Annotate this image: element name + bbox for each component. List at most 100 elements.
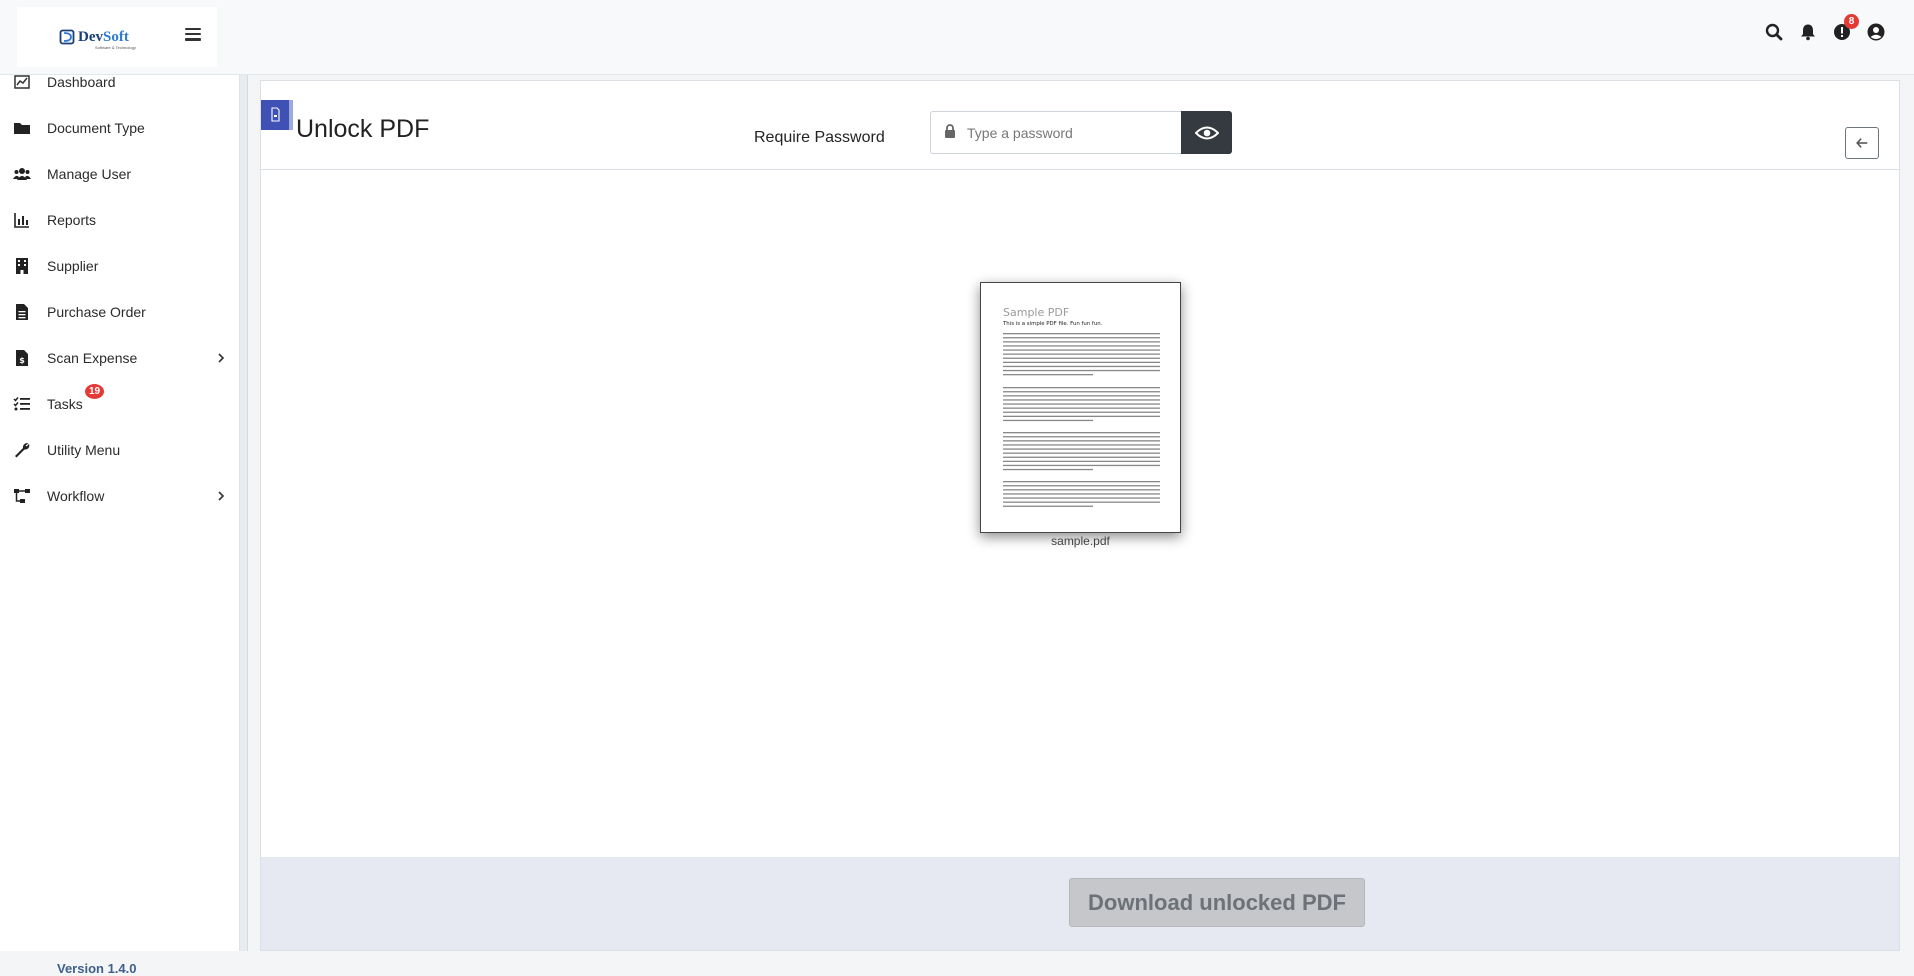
preview-text-line [1003, 391, 1160, 393]
preview-heading: Sample PDF [1003, 306, 1069, 319]
download-unlocked-pdf-button[interactable]: Download unlocked PDF [1069, 878, 1365, 927]
sidebar-item-label: Tasks [47, 396, 83, 412]
sidebar-item-label: Purchase Order [47, 304, 146, 320]
sidebar-item-manage-user[interactable]: Manage User [0, 154, 236, 194]
hamburger-menu-icon[interactable] [183, 25, 203, 45]
preview-text-line [1003, 489, 1160, 491]
sidebar-item-label: Supplier [47, 258, 99, 274]
lock-icon [945, 124, 955, 138]
users-icon [13, 168, 31, 180]
sidebar-item-scan-expense[interactable]: $ Scan Expense [0, 338, 236, 378]
logo-text-dev: Dev [78, 29, 103, 45]
pdf-thumbnail[interactable]: Sample PDF This is a simple PDF file. Fu… [980, 282, 1181, 533]
page-title: Unlock PDF [296, 115, 430, 143]
preview-text-line [1003, 361, 1160, 363]
unlock-pdf-card: Unlock PDF Require Password Sample PDF T… [260, 80, 1900, 951]
card-header: Unlock PDF Require Password [261, 81, 1899, 170]
chevron-right-icon [218, 353, 225, 363]
tasks-badge: 19 [85, 384, 104, 399]
preview-text-line [1003, 468, 1093, 471]
sidebar-item-label: Scan Expense [47, 350, 138, 366]
logo-tagline: Software & Technology [95, 45, 136, 50]
sidebar-item-document-type[interactable]: Document Type [0, 108, 236, 148]
user-account-icon[interactable] [1866, 22, 1886, 42]
preview-text-line [1003, 349, 1160, 351]
preview-text-line [1003, 452, 1160, 454]
preview-text-line [1003, 415, 1160, 417]
password-input[interactable] [967, 113, 1177, 152]
sidebar-resize-handle[interactable] [240, 75, 248, 951]
top-header: DevSoft Software & Technology 8 [0, 0, 1914, 75]
preview-text-line [1003, 341, 1160, 343]
preview-text-line [1003, 374, 1093, 376]
preview-text-line [1003, 419, 1093, 422]
svg-text:$: $ [19, 356, 25, 365]
preview-text-line [1003, 460, 1160, 462]
preview-text-line [1003, 505, 1093, 507]
sidebar-item-workflow[interactable]: Workflow [0, 476, 236, 516]
header-actions: 8 [1764, 14, 1886, 42]
devsoft-logo: DevSoft Software & Technology [59, 29, 136, 50]
preview-subheading: This is a simple PDF file. Fun fun fun. [1002, 321, 1103, 327]
folder-icon [14, 123, 30, 134]
preview-text-line [1003, 440, 1160, 442]
preview-text-line [1003, 333, 1160, 335]
preview-text-line [1003, 501, 1160, 503]
action-footer: Download unlocked PDF [261, 857, 1899, 950]
eye-icon [1194, 126, 1219, 139]
arrow-left-icon [1856, 138, 1868, 148]
sidebar-item-tasks[interactable]: Tasks 19 [0, 384, 236, 424]
preview-text-line [1003, 369, 1160, 372]
preview-text-line [1003, 444, 1160, 446]
preview-text-line [1003, 345, 1160, 347]
preview-text-line [1003, 365, 1160, 368]
sidebar-item-label: Workflow [47, 488, 105, 504]
notifications-badge: 8 [1844, 14, 1859, 29]
preview-text-line [1003, 353, 1160, 355]
version-label: Version 1.4.0 [57, 961, 137, 976]
tasks-icon [13, 397, 30, 411]
back-button[interactable] [1845, 127, 1879, 159]
sidebar-item-purchase-order[interactable]: Purchase Order [0, 292, 236, 332]
chart-icon [14, 213, 29, 228]
logo-text-soft: Soft [103, 29, 129, 45]
preview-text-line [1003, 464, 1160, 467]
search-icon[interactable] [1764, 22, 1784, 42]
pdf-document-icon [261, 100, 293, 130]
preview-text-line [1003, 411, 1160, 413]
dashboard-icon [14, 75, 30, 89]
sidebar-item-reports[interactable]: Reports [0, 200, 236, 240]
sidebar-item-label: Manage User [47, 166, 132, 182]
sidebar-item-label: Reports [47, 212, 97, 228]
wrench-icon [15, 443, 30, 458]
sidebar: Dashboard Document Type Manage User Repo… [0, 74, 240, 976]
sidebar-item-label: Document Type [47, 120, 145, 136]
preview-text-line [1003, 387, 1160, 389]
bell-icon[interactable] [1798, 22, 1818, 42]
preview-text-line [1003, 481, 1160, 483]
sidebar-item-label: Utility Menu [47, 442, 121, 458]
preview-text-line [1003, 485, 1160, 487]
building-icon [16, 258, 28, 274]
preview-text-line [1003, 403, 1160, 405]
preview-text-line [1003, 399, 1160, 401]
preview-text-line [1003, 432, 1160, 434]
preview-text-line [1003, 456, 1160, 458]
logo-container[interactable]: DevSoft Software & Technology [17, 7, 217, 67]
sidebar-item-dashboard[interactable]: Dashboard [0, 62, 236, 102]
sidebar-item-utility-menu[interactable]: Utility Menu [0, 430, 236, 470]
receipt-icon: $ [16, 350, 28, 366]
alert-icon[interactable]: 8 [1832, 14, 1859, 42]
sidebar-item-label: Dashboard [47, 74, 116, 90]
chevron-right-icon [218, 491, 225, 501]
preview-text-line [1003, 407, 1160, 409]
workflow-icon [14, 489, 30, 503]
show-password-button[interactable] [1181, 111, 1232, 154]
preview-text-line [1003, 493, 1160, 495]
file-icon [16, 304, 28, 320]
password-label: Require Password [754, 129, 885, 146]
sidebar-item-supplier[interactable]: Supplier [0, 246, 236, 286]
preview-text-line [1003, 497, 1160, 499]
pdf-page-preview: Sample PDF This is a simple PDF file. Fu… [981, 283, 1180, 532]
preview-text-line [1003, 395, 1160, 397]
